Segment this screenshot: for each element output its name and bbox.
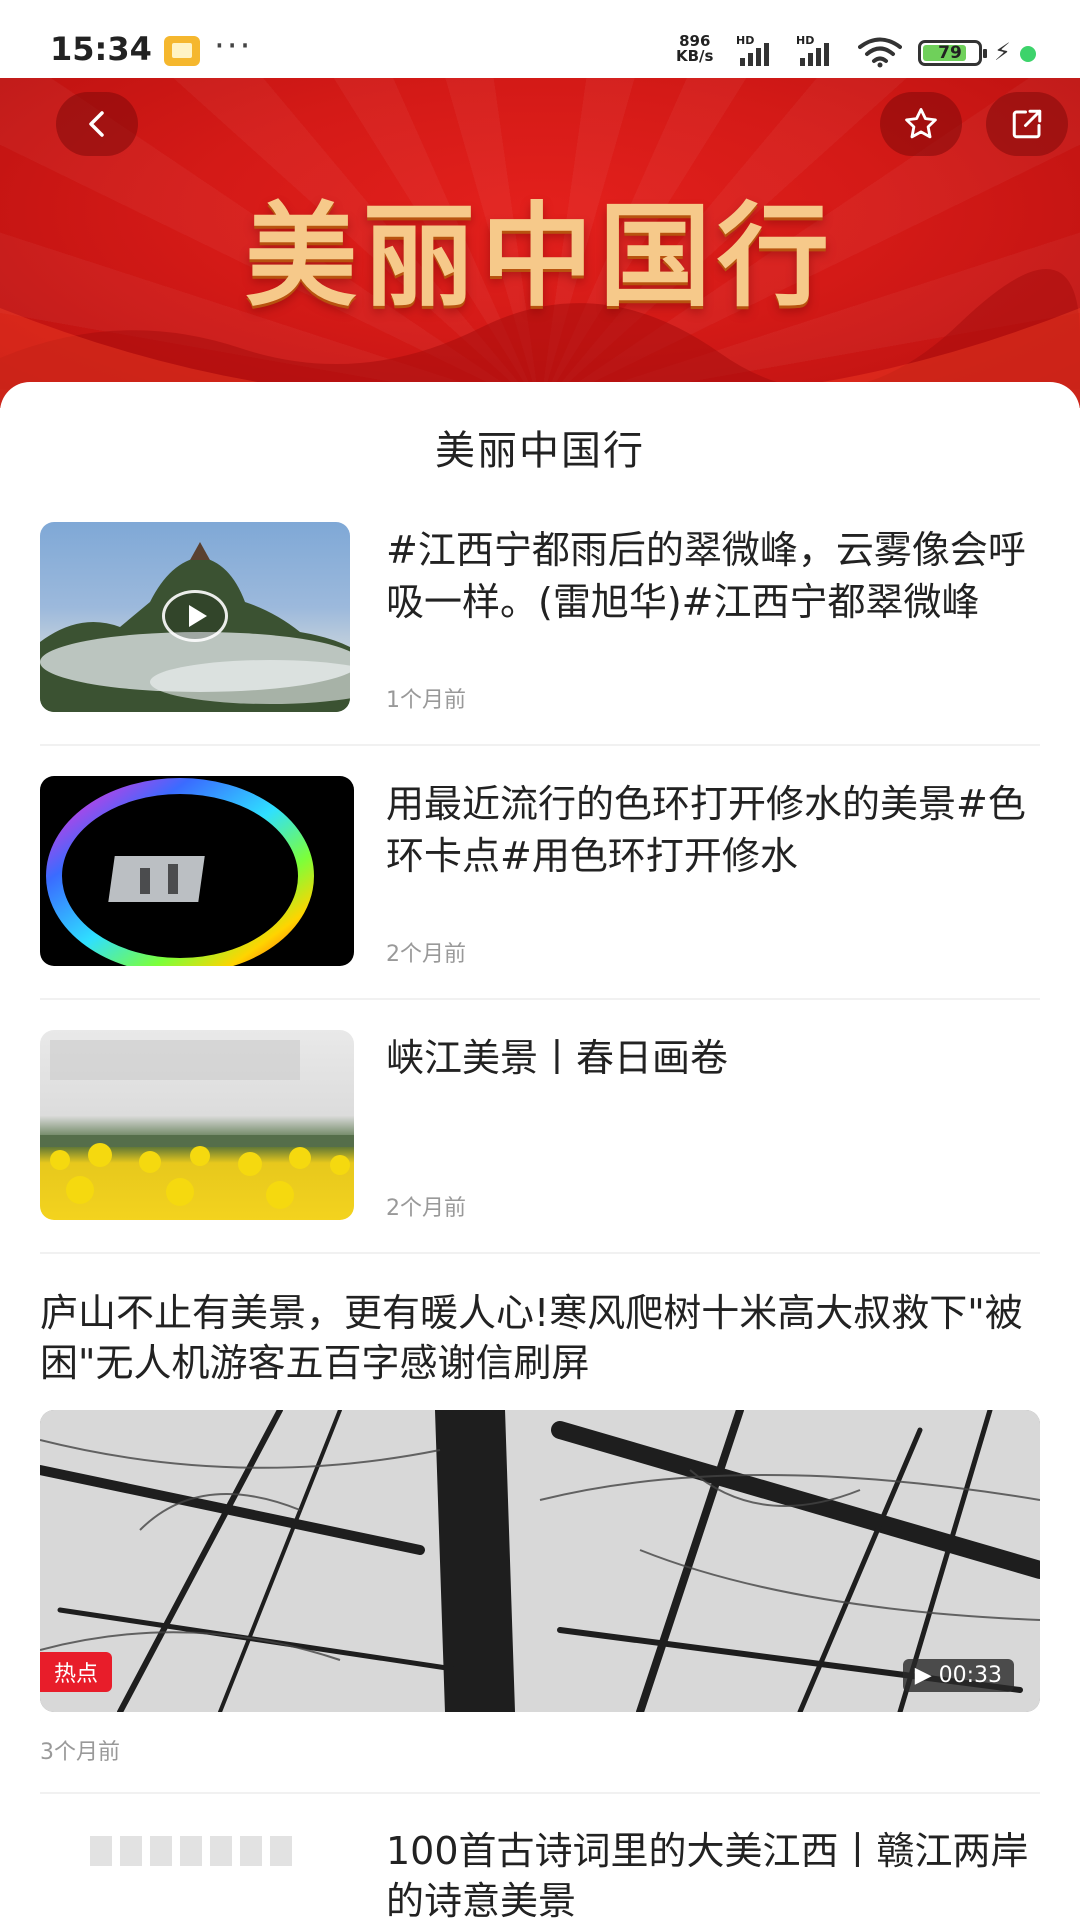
charging-icon: ⚡ <box>994 38 1011 66</box>
more-notifications-icon: ··· <box>214 26 253 66</box>
network-speed: 896 KB/s <box>676 34 713 64</box>
signal-sim2-icon <box>800 38 829 66</box>
status-time: 15:34 <box>50 30 152 68</box>
list-item[interactable]: 峡江美景丨春日画卷 2个月前 <box>40 1030 1040 1284</box>
network-speed-unit: KB/s <box>676 47 714 65</box>
share-icon <box>1012 109 1042 139</box>
featured-time: 3个月前 <box>40 1740 120 1765</box>
hot-badge: 热点 <box>40 1652 113 1692</box>
item-time: 1个月前 <box>386 688 466 713</box>
signal-sim1-icon <box>740 38 769 66</box>
item-time: 2个月前 <box>386 942 466 967</box>
star-icon <box>905 108 937 139</box>
item-title[interactable]: 用最近流行的色环打开修水的美景#色环卡点#用色环打开修水 <box>386 778 1036 882</box>
wifi-icon <box>858 37 902 68</box>
list-item[interactable]: 用最近流行的色环打开修水的美景#色环卡点#用色环打开修水 2个月前 <box>40 776 1040 1030</box>
divider <box>40 1792 1040 1794</box>
gallery-notification-icon <box>164 36 200 66</box>
item-title[interactable]: #江西宁都雨后的翠微峰，云雾像会呼吸一样。(雷旭华)#江西宁都翠微峰 <box>386 524 1036 628</box>
battery-icon: 79 <box>918 40 987 66</box>
divider <box>40 744 1040 746</box>
featured-title[interactable]: 庐山不止有美景，更有暖人心!寒风爬树十米高大叔救下"被困"无人机游客五百字感谢信… <box>40 1288 1040 1388</box>
banner-title: 美丽中国行 <box>245 191 835 322</box>
item-title[interactable]: 峡江美景丨春日画卷 <box>386 1032 1036 1084</box>
featured-video[interactable]: 热点 ▶ 00:33 <box>40 1410 1040 1712</box>
video-duration: ▶ 00:33 <box>902 1659 1014 1692</box>
favorite-button[interactable] <box>880 92 962 156</box>
video-thumbnail[interactable] <box>40 522 350 712</box>
chevron-left-icon <box>89 111 104 137</box>
video-thumbnail[interactable] <box>40 776 354 966</box>
page-title: 美丽中国行 <box>435 428 645 474</box>
list-item[interactable]: #江西宁都雨后的翠微峰，云雾像会呼吸一样。(雷旭华)#江西宁都翠微峰 1个月前 <box>40 522 1040 776</box>
rapeseed-field-thumbnail-image <box>40 1040 354 1209</box>
play-icon <box>162 590 228 642</box>
back-button[interactable] <box>56 92 138 156</box>
privacy-indicator-icon <box>1020 46 1036 62</box>
battery-percent: 79 <box>938 43 962 63</box>
video-thumbnail[interactable] <box>40 1030 354 1220</box>
text-thumbnail-image <box>40 1822 360 1920</box>
item-time: 2个月前 <box>386 1196 466 1221</box>
status-bar: 15:34 ··· 896 KB/s HD HD 79 ⚡ <box>0 0 1080 78</box>
divider <box>40 1252 1040 1254</box>
color-ring-thumbnail-image <box>46 778 314 966</box>
share-button[interactable] <box>986 92 1068 156</box>
tree-video-image <box>40 1410 1040 1712</box>
video-thumbnail[interactable] <box>40 1822 360 1920</box>
item-title[interactable]: 100首古诗词里的大美江西丨赣江两岸的诗意美景 <box>386 1826 1046 1920</box>
divider <box>40 998 1040 1000</box>
